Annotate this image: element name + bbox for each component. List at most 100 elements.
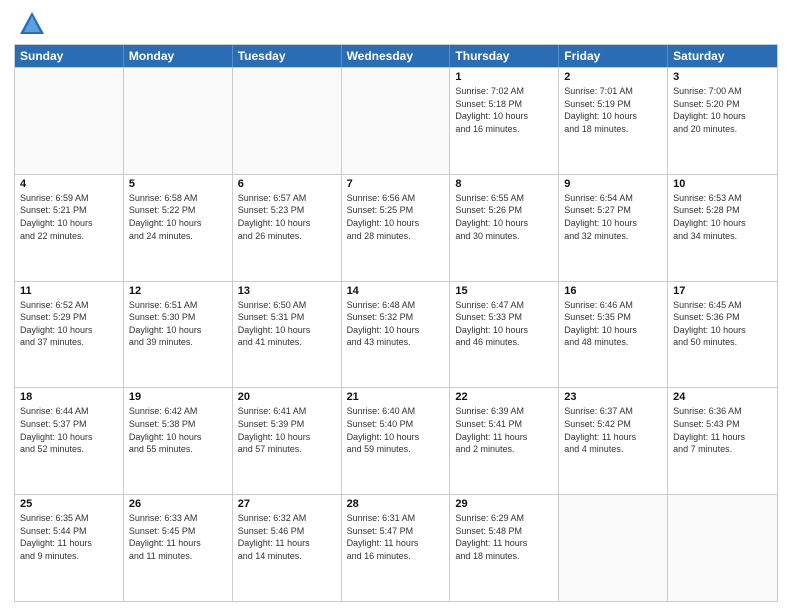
calendar-cell: 17Sunrise: 6:45 AM Sunset: 5:36 PM Dayli… [668, 282, 777, 388]
calendar-cell [124, 68, 233, 174]
day-info: Sunrise: 7:02 AM Sunset: 5:18 PM Dayligh… [455, 85, 553, 135]
calendar-cell: 20 Sunrise: 6:41 AM Sunset: 5:39 PM Dayli… [233, 388, 342, 494]
day-number: 5 [129, 178, 227, 190]
calendar-cell: 6 Sunrise: 6:57 AM Sunset: 5:23 PM Daylig… [233, 175, 342, 281]
day-info: Sunrise: 6:58 AM Sunset: 5:22 PM Dayligh… [129, 192, 227, 242]
day-number: 25 [20, 498, 118, 510]
calendar-cell: 26 Sunrise: 6:33 AM Sunset: 5:45 PM Dayli… [124, 495, 233, 601]
day-info: Sunrise: 6:40 AM Sunset: 5:40 PM Dayligh… [347, 405, 445, 455]
calendar-cell: 16 Sunrise: 6:46 AM Sunset: 5:35 PM Dayli… [559, 282, 668, 388]
calendar-cell: 11 Sunrise: 6:52 AM Sunset: 5:29 PM Dayli… [15, 282, 124, 388]
day-number: 22 [455, 391, 553, 403]
day-info: Sunrise: 6:37 AM Sunset: 5:42 PM Dayligh… [564, 405, 662, 455]
calendar-cell: 2 Sunrise: 7:01 AM Sunset: 5:19 PM Daylig… [559, 68, 668, 174]
day-number: 15 [455, 285, 553, 297]
day-number: 3 [673, 71, 772, 83]
day-number: 21 [347, 391, 445, 403]
logo-icon [18, 10, 46, 38]
day-info: Sunrise: 6:46 AM Sunset: 5:35 PM Dayligh… [564, 299, 662, 349]
day-number: 20 [238, 391, 336, 403]
day-number: 12 [129, 285, 227, 297]
day-number: 28 [347, 498, 445, 510]
day-info: Sunrise: 6:45 AM Sunset: 5:36 PM Dayligh… [673, 299, 772, 349]
day-number: 2 [564, 71, 662, 83]
header-day-friday: Friday [559, 45, 668, 67]
day-number: 13 [238, 285, 336, 297]
day-info: Sunrise: 6:57 AM Sunset: 5:23 PM Dayligh… [238, 192, 336, 242]
day-number: 9 [564, 178, 662, 190]
calendar-cell: 25 Sunrise: 6:35 AM Sunset: 5:44 PM Dayli… [15, 495, 124, 601]
day-info: Sunrise: 6:41 AM Sunset: 5:39 PM Dayligh… [238, 405, 336, 455]
calendar-row-2: 4 Sunrise: 6:59 AM Sunset: 5:21 PM Daylig… [15, 174, 777, 281]
calendar-cell: 28 Sunrise: 6:31 AM Sunset: 5:47 PM Dayli… [342, 495, 451, 601]
calendar-row-5: 25 Sunrise: 6:35 AM Sunset: 5:44 PM Dayli… [15, 494, 777, 601]
day-number: 11 [20, 285, 118, 297]
day-number: 23 [564, 391, 662, 403]
calendar-cell: 14 Sunrise: 6:48 AM Sunset: 5:32 PM Dayli… [342, 282, 451, 388]
calendar-cell [668, 495, 777, 601]
day-info: Sunrise: 6:52 AM Sunset: 5:29 PM Dayligh… [20, 299, 118, 349]
calendar-cell: 27 Sunrise: 6:32 AM Sunset: 5:46 PM Dayli… [233, 495, 342, 601]
day-info: Sunrise: 6:50 AM Sunset: 5:31 PM Dayligh… [238, 299, 336, 349]
day-info: Sunrise: 6:47 AM Sunset: 5:33 PM Dayligh… [455, 299, 553, 349]
day-info: Sunrise: 6:33 AM Sunset: 5:45 PM Dayligh… [129, 512, 227, 562]
calendar-cell: 3 Sunrise: 7:00 AM Sunset: 5:20 PM Daylig… [668, 68, 777, 174]
day-number: 4 [20, 178, 118, 190]
day-number: 26 [129, 498, 227, 510]
calendar-cell: 19Sunrise: 6:42 AM Sunset: 5:38 PM Dayli… [124, 388, 233, 494]
calendar-cell: 12 Sunrise: 6:51 AM Sunset: 5:30 PM Dayli… [124, 282, 233, 388]
calendar-cell: 18Sunrise: 6:44 AM Sunset: 5:37 PM Dayli… [15, 388, 124, 494]
day-number: 29 [455, 498, 553, 510]
day-info: Sunrise: 6:48 AM Sunset: 5:32 PM Dayligh… [347, 299, 445, 349]
calendar-row-4: 18Sunrise: 6:44 AM Sunset: 5:37 PM Dayli… [15, 387, 777, 494]
calendar-cell: 24Sunrise: 6:36 AM Sunset: 5:43 PM Dayli… [668, 388, 777, 494]
day-info: Sunrise: 6:31 AM Sunset: 5:47 PM Dayligh… [347, 512, 445, 562]
calendar-cell: 7Sunrise: 6:56 AM Sunset: 5:25 PM Daylig… [342, 175, 451, 281]
calendar-header: SundayMondayTuesdayWednesdayThursdayFrid… [15, 45, 777, 67]
calendar-cell: 22Sunrise: 6:39 AM Sunset: 5:41 PM Dayli… [450, 388, 559, 494]
day-info: Sunrise: 6:29 AM Sunset: 5:48 PM Dayligh… [455, 512, 553, 562]
calendar-body: 1 Sunrise: 7:02 AM Sunset: 5:18 PM Daylig… [15, 67, 777, 601]
calendar-cell [342, 68, 451, 174]
day-number: 24 [673, 391, 772, 403]
day-number: 6 [238, 178, 336, 190]
day-number: 8 [455, 178, 553, 190]
header-day-tuesday: Tuesday [233, 45, 342, 67]
header-day-saturday: Saturday [668, 45, 777, 67]
day-info: Sunrise: 6:54 AM Sunset: 5:27 PM Dayligh… [564, 192, 662, 242]
calendar-cell: 15 Sunrise: 6:47 AM Sunset: 5:33 PM Dayli… [450, 282, 559, 388]
day-info: Sunrise: 6:35 AM Sunset: 5:44 PM Dayligh… [20, 512, 118, 562]
calendar-cell: 5 Sunrise: 6:58 AM Sunset: 5:22 PM Daylig… [124, 175, 233, 281]
calendar-cell: 1 Sunrise: 7:02 AM Sunset: 5:18 PM Daylig… [450, 68, 559, 174]
day-number: 14 [347, 285, 445, 297]
day-number: 10 [673, 178, 772, 190]
page: SundayMondayTuesdayWednesdayThursdayFrid… [0, 0, 792, 612]
day-info: Sunrise: 6:32 AM Sunset: 5:46 PM Dayligh… [238, 512, 336, 562]
day-number: 27 [238, 498, 336, 510]
calendar-cell: 21 Sunrise: 6:40 AM Sunset: 5:40 PM Dayli… [342, 388, 451, 494]
logo [14, 10, 46, 38]
calendar-cell [233, 68, 342, 174]
day-info: Sunrise: 6:56 AM Sunset: 5:25 PM Dayligh… [347, 192, 445, 242]
header [14, 10, 778, 38]
header-day-wednesday: Wednesday [342, 45, 451, 67]
day-info: Sunrise: 6:51 AM Sunset: 5:30 PM Dayligh… [129, 299, 227, 349]
day-number: 1 [455, 71, 553, 83]
calendar-cell: 13 Sunrise: 6:50 AM Sunset: 5:31 PM Dayli… [233, 282, 342, 388]
calendar-row-1: 1 Sunrise: 7:02 AM Sunset: 5:18 PM Daylig… [15, 67, 777, 174]
day-info: Sunrise: 6:44 AM Sunset: 5:37 PM Dayligh… [20, 405, 118, 455]
day-number: 16 [564, 285, 662, 297]
calendar-cell: 29 Sunrise: 6:29 AM Sunset: 5:48 PM Dayli… [450, 495, 559, 601]
day-info: Sunrise: 7:00 AM Sunset: 5:20 PM Dayligh… [673, 85, 772, 135]
calendar-cell: 8Sunrise: 6:55 AM Sunset: 5:26 PM Daylig… [450, 175, 559, 281]
day-number: 19 [129, 391, 227, 403]
calendar-cell [559, 495, 668, 601]
day-info: Sunrise: 7:01 AM Sunset: 5:19 PM Dayligh… [564, 85, 662, 135]
day-info: Sunrise: 6:59 AM Sunset: 5:21 PM Dayligh… [20, 192, 118, 242]
day-info: Sunrise: 6:53 AM Sunset: 5:28 PM Dayligh… [673, 192, 772, 242]
header-day-sunday: Sunday [15, 45, 124, 67]
calendar-cell: 9 Sunrise: 6:54 AM Sunset: 5:27 PM Daylig… [559, 175, 668, 281]
calendar-cell: 23 Sunrise: 6:37 AM Sunset: 5:42 PM Dayli… [559, 388, 668, 494]
calendar-row-3: 11 Sunrise: 6:52 AM Sunset: 5:29 PM Dayli… [15, 281, 777, 388]
calendar-cell [15, 68, 124, 174]
